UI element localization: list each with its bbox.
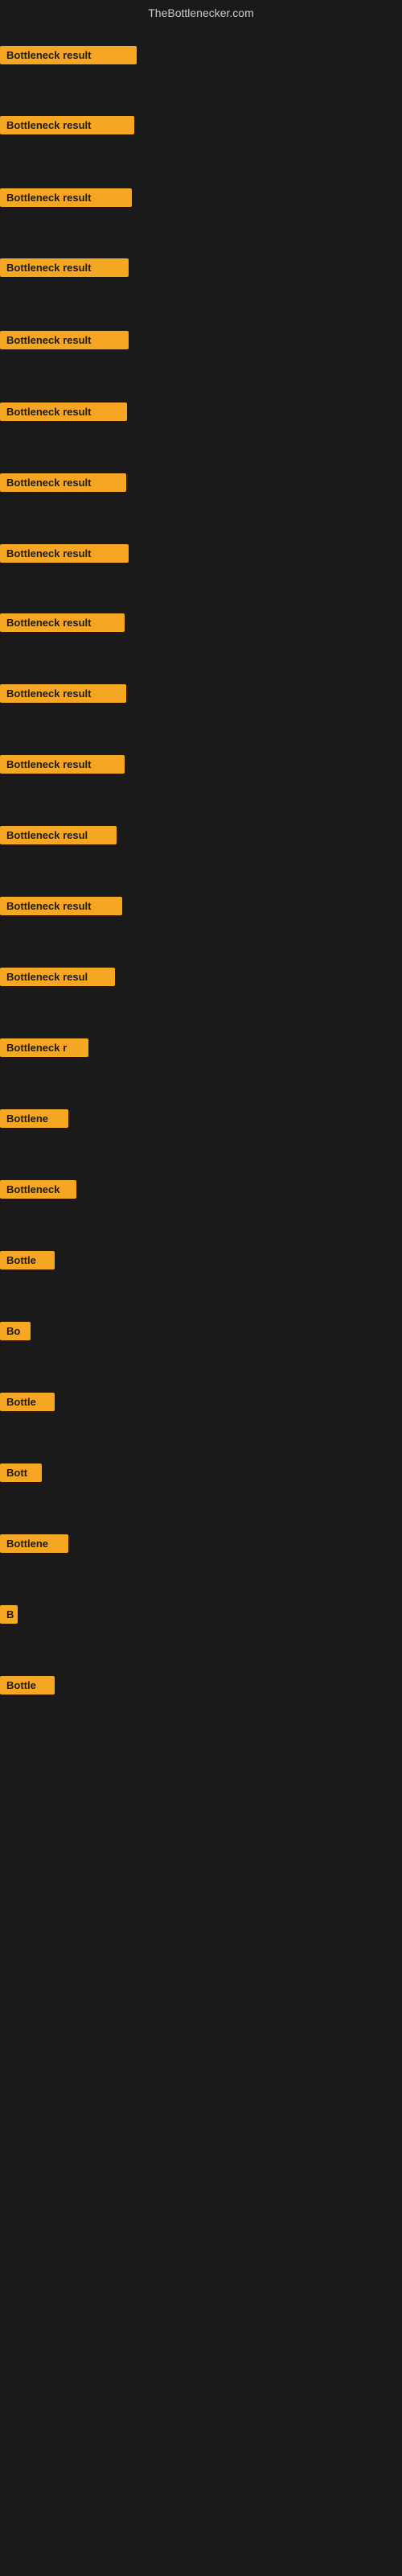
site-title: TheBottlenecker.com bbox=[0, 0, 402, 26]
bottleneck-result-item-23: B bbox=[0, 1605, 18, 1624]
bottleneck-result-item-20: Bottle bbox=[0, 1393, 55, 1411]
bottleneck-result-item-9: Bottleneck result bbox=[0, 613, 125, 632]
bottleneck-result-item-17: Bottleneck bbox=[0, 1180, 76, 1199]
bottleneck-result-item-14: Bottleneck resul bbox=[0, 968, 115, 986]
bottleneck-result-item-12: Bottleneck resul bbox=[0, 826, 117, 844]
bottleneck-result-item-3: Bottleneck result bbox=[0, 188, 132, 207]
bottleneck-result-item-15: Bottleneck r bbox=[0, 1038, 88, 1057]
bottleneck-result-item-16: Bottlene bbox=[0, 1109, 68, 1128]
bottleneck-result-item-24: Bottle bbox=[0, 1676, 55, 1695]
bottleneck-result-item-4: Bottleneck result bbox=[0, 258, 129, 277]
bottleneck-result-item-13: Bottleneck result bbox=[0, 897, 122, 915]
bottleneck-result-item-19: Bo bbox=[0, 1322, 31, 1340]
bottleneck-result-item-1: Bottleneck result bbox=[0, 46, 137, 64]
bottleneck-result-item-7: Bottleneck result bbox=[0, 473, 126, 492]
bottleneck-result-item-22: Bottlene bbox=[0, 1534, 68, 1553]
bottleneck-result-item-6: Bottleneck result bbox=[0, 402, 127, 421]
bottleneck-result-item-10: Bottleneck result bbox=[0, 684, 126, 703]
bottleneck-result-item-2: Bottleneck result bbox=[0, 116, 134, 134]
bottleneck-result-item-5: Bottleneck result bbox=[0, 331, 129, 349]
bottleneck-result-item-21: Bott bbox=[0, 1463, 42, 1482]
bottleneck-result-item-8: Bottleneck result bbox=[0, 544, 129, 563]
bottleneck-result-item-11: Bottleneck result bbox=[0, 755, 125, 774]
bottleneck-result-item-18: Bottle bbox=[0, 1251, 55, 1269]
